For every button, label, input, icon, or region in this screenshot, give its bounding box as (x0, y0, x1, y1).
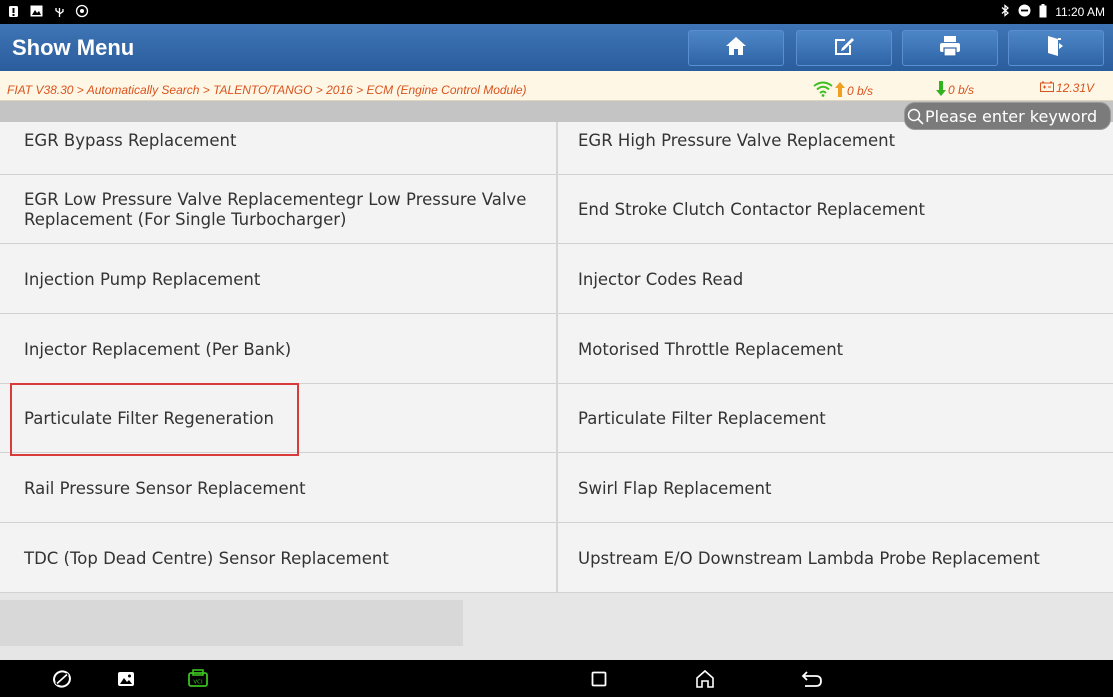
breadcrumb-bar: FIAT V38.30 > Automatically Search > TAL… (0, 71, 1113, 101)
footer-panel (0, 600, 463, 646)
gallery-icon[interactable] (114, 667, 138, 691)
upload-rate: 0 b/s (847, 83, 874, 98)
menu-item-label: EGR Bypass Replacement (24, 130, 237, 150)
menu-item-motorised-throttle-replacement[interactable]: Motorised Throttle Replacement (558, 317, 1113, 384)
menu-item-rail-pressure-sensor-replacement[interactable]: Rail Pressure Sensor Replacement (0, 456, 556, 523)
print-icon (939, 35, 961, 62)
edit-button[interactable] (796, 30, 892, 66)
menu-item-label: Rail Pressure Sensor Replacement (24, 478, 306, 498)
settings-icon (75, 3, 89, 19)
menu-item-label: Injector Codes Read (578, 269, 744, 289)
clock: 11:20 AM (1055, 5, 1105, 19)
usb-icon (52, 3, 66, 19)
status-icons-right: 11:20 AM (1000, 2, 1105, 22)
menu-item-egr-bypass-replacement[interactable]: EGR Bypass Replacement (0, 122, 556, 175)
menu-item-label: Injector Replacement (Per Bank) (24, 339, 292, 359)
navigation-bar: VCI (0, 660, 1113, 697)
menu-item-egr-low-pressure-valve-replacement[interactable]: EGR Low Pressure Valve Replacementegr Lo… (0, 177, 556, 244)
image-icon (29, 3, 43, 19)
menu-item-label: Swirl Flap Replacement (578, 478, 772, 498)
download-rate: 0 b/s (948, 83, 975, 97)
menu-item-label: Injection Pump Replacement (24, 269, 261, 289)
menu-grid: EGR Bypass Replacement EGR High Pressure… (0, 122, 1113, 593)
edit-icon (833, 35, 855, 62)
status-icons-left (6, 3, 89, 19)
home-nav-icon[interactable] (693, 667, 717, 691)
search-input[interactable] (925, 106, 1113, 126)
voltage-indicator: 12.31V (1040, 81, 1094, 95)
print-button[interactable] (902, 30, 998, 66)
menu-item-label: Motorised Throttle Replacement (578, 339, 844, 359)
search-icon (907, 108, 924, 125)
upload-indicator: 0 b/s (813, 81, 873, 100)
recents-icon[interactable] (587, 667, 611, 691)
battery-icon (1039, 3, 1047, 21)
svg-text:VCI: VCI (193, 680, 203, 686)
minus-circle-icon (1018, 4, 1031, 20)
home-button[interactable] (688, 30, 784, 66)
status-bar: 11:20 AM (0, 0, 1113, 24)
home-icon (725, 36, 747, 61)
voltage-value: 12.31V (1056, 81, 1095, 95)
menu-item-injection-pump-replacement[interactable]: Injection Pump Replacement (0, 247, 556, 314)
wifi-icon (813, 81, 833, 100)
upload-arrow-icon (835, 81, 845, 100)
menu-item-lambda-probe-replacement[interactable]: Upstream E/O Downstream Lambda Probe Rep… (558, 526, 1113, 593)
menu-item-injector-codes-read[interactable]: Injector Codes Read (558, 247, 1113, 314)
download-arrow-icon (936, 81, 946, 99)
exit-button[interactable] (1008, 30, 1104, 66)
menu-item-swirl-flap-replacement[interactable]: Swirl Flap Replacement (558, 456, 1113, 523)
menu-item-label: End Stroke Clutch Contactor Replacement (578, 199, 925, 219)
highlight-box (10, 383, 299, 456)
car-battery-icon (1040, 81, 1054, 95)
menu-item-label: Particulate Filter Replacement (578, 408, 826, 428)
menu-item-end-stroke-clutch-contactor-replacement[interactable]: End Stroke Clutch Contactor Replacement (558, 177, 1113, 244)
menu-item-particulate-filter-replacement[interactable]: Particulate Filter Replacement (558, 386, 1113, 453)
menu-item-label: EGR Low Pressure Valve Replacementegr Lo… (24, 189, 527, 229)
breadcrumb: FIAT V38.30 > Automatically Search > TAL… (7, 83, 527, 97)
menu-item-label: TDC (Top Dead Centre) Sensor Replacement (24, 548, 389, 568)
bluetooth-icon (1000, 4, 1010, 20)
browser-icon[interactable] (50, 667, 74, 691)
search-field[interactable] (904, 102, 1113, 130)
page-title: Show Menu (12, 35, 135, 60)
menu-item-label: Upstream E/O Downstream Lambda Probe Rep… (578, 548, 1040, 568)
menu-item-injector-replacement-per-bank[interactable]: Injector Replacement (Per Bank) (0, 317, 556, 384)
notification-icon (6, 3, 20, 19)
menu-item-tdc-sensor-replacement[interactable]: TDC (Top Dead Centre) Sensor Replacement (0, 526, 556, 593)
title-bar: Show Menu (0, 24, 1113, 71)
exit-icon (1046, 35, 1066, 62)
vci-icon[interactable]: VCI (186, 667, 210, 691)
download-indicator: 0 b/s (936, 81, 974, 99)
back-icon[interactable] (800, 667, 824, 691)
menu-item-label: EGR High Pressure Valve Replacement (578, 130, 896, 150)
